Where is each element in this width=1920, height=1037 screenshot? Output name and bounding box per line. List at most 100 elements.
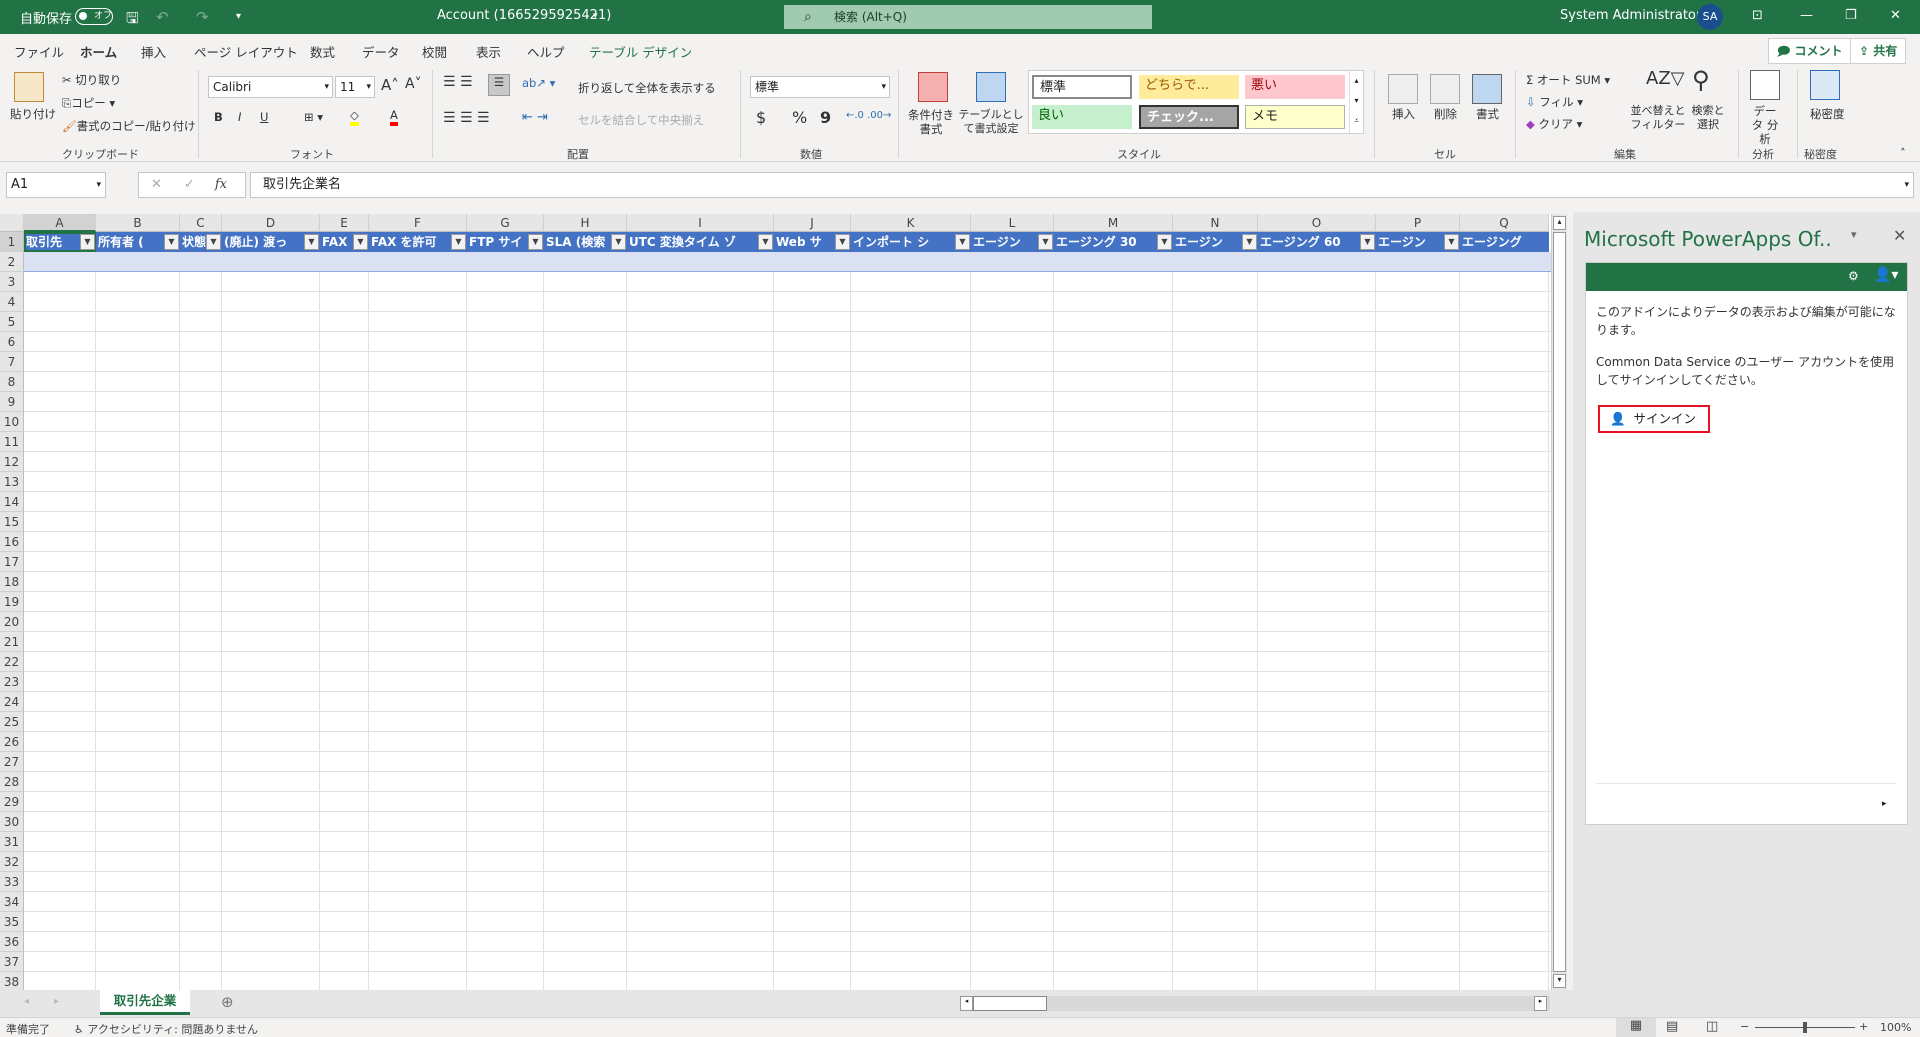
table-header-cell[interactable]: (廃止) 渡っ ▼ — [222, 232, 320, 252]
fill-button[interactable]: ⇩ フィル ▾ — [1526, 94, 1583, 110]
user-menu-icon[interactable]: 👤▾ — [1874, 267, 1898, 283]
filter-dropdown-icon[interactable]: ▼ — [80, 234, 95, 250]
row-header[interactable]: 37 — [0, 952, 24, 972]
row-header[interactable]: 25 — [0, 712, 24, 732]
scroll-up-icon[interactable]: ▴ — [1553, 216, 1566, 230]
row-header[interactable]: 12 — [0, 452, 24, 472]
filter-dropdown-icon[interactable]: ▼ — [451, 234, 466, 250]
row-header[interactable]: 4 — [0, 292, 24, 312]
expand-icon[interactable]: ▸ — [1882, 799, 1887, 809]
gear-icon[interactable]: ⚙ — [1848, 269, 1859, 283]
font-name-select[interactable]: Calibri ▾ — [208, 76, 333, 98]
share-button[interactable]: ⇪ 共有 — [1850, 38, 1907, 64]
chevron-down-icon[interactable]: ▾ — [593, 11, 598, 21]
accessibility-status[interactable]: ♿ アクセシビリティ: 問題ありません — [74, 1021, 258, 1037]
delete-cells-button[interactable]: 削除 — [1434, 106, 1457, 122]
insert-cells-icon[interactable] — [1388, 74, 1418, 104]
tab-table-design[interactable]: テーブル デザイン — [589, 42, 692, 61]
row-header[interactable]: 13 — [0, 472, 24, 492]
vertical-scrollbar[interactable]: ▴ ▾ — [1551, 214, 1567, 990]
row-header[interactable]: 22 — [0, 652, 24, 672]
column-header-M[interactable]: M — [1054, 214, 1173, 232]
align-left-center-right-icons[interactable]: ☰ ☰ ☰ — [443, 110, 490, 126]
style-bad[interactable]: 悪い — [1245, 75, 1345, 99]
font-size-select[interactable]: 11 ▾ — [335, 76, 375, 98]
column-header-A[interactable]: A — [24, 214, 96, 232]
row-header[interactable]: 14 — [0, 492, 24, 512]
row-header[interactable]: 18 — [0, 572, 24, 592]
search-box[interactable]: ⌕ 検索 (Alt+Q) — [784, 5, 1152, 29]
select-all[interactable] — [0, 214, 24, 232]
collapse-ribbon-icon[interactable]: ˄ — [1900, 146, 1906, 160]
align-bottom-icon[interactable]: ☰ — [488, 74, 510, 96]
scroll-down-icon[interactable]: ▾ — [1553, 974, 1566, 988]
number-format-select[interactable]: 標準 ▾ — [750, 76, 890, 98]
format-cells-button[interactable]: 書式 — [1476, 106, 1499, 122]
table-header-cell[interactable]: FAX を許可 ▼ — [369, 232, 467, 252]
horizontal-scrollbar[interactable]: ◂ ▸ — [960, 996, 1550, 1011]
table-header-cell[interactable]: Web サ ▼ — [774, 232, 851, 252]
column-header-Q[interactable]: Q — [1460, 214, 1549, 232]
column-header-N[interactable]: N — [1173, 214, 1258, 232]
column-header-G[interactable]: G — [467, 214, 544, 232]
table-header-cell[interactable]: エージン ▼ — [1376, 232, 1460, 252]
table-row[interactable] — [24, 252, 1551, 272]
tab-formulas[interactable]: 数式 — [310, 42, 335, 61]
minimize-icon[interactable]: — — [1800, 8, 1813, 23]
tab-data[interactable]: データ — [362, 42, 400, 61]
page-layout-view-icon[interactable]: ▤ — [1666, 1019, 1678, 1034]
zoom-slider-thumb[interactable] — [1803, 1022, 1807, 1033]
row-header[interactable]: 31 — [0, 832, 24, 852]
column-header-H[interactable]: H — [544, 214, 627, 232]
filter-dropdown-icon[interactable]: ▼ — [758, 234, 773, 250]
row-header[interactable]: 30 — [0, 812, 24, 832]
table-header-cell[interactable]: エージン ▼ — [971, 232, 1054, 252]
column-header-D[interactable]: D — [222, 214, 320, 232]
sensitivity-button[interactable]: 秘密度 — [1810, 106, 1845, 122]
table-header-cell[interactable]: FAX ▼ — [320, 232, 369, 252]
row-header[interactable]: 33 — [0, 872, 24, 892]
zoom-slider[interactable] — [1755, 1022, 1855, 1033]
table-header-cell[interactable]: エージング 60 ▼ — [1258, 232, 1376, 252]
style-note[interactable]: メモ — [1245, 105, 1345, 129]
restore-icon[interactable]: ❐ — [1845, 8, 1857, 23]
row-header[interactable]: 8 — [0, 372, 24, 392]
filter-dropdown-icon[interactable]: ▼ — [955, 234, 970, 250]
horizontal-scroll-thumb[interactable] — [973, 996, 1047, 1011]
cancel-icon[interactable]: ✕ — [151, 177, 162, 192]
scroll-right-icon[interactable]: ▸ — [1534, 996, 1547, 1011]
row-header[interactable]: 9 — [0, 392, 24, 412]
prev-sheet-icon[interactable]: ◂ — [24, 996, 29, 1007]
row-header[interactable]: 1 — [0, 232, 24, 252]
sheet-tab[interactable]: 取引先企業 — [100, 990, 190, 1015]
table-header-cell[interactable]: UTC 変換タイム ゾ ▼ — [627, 232, 774, 252]
ribbon-display-icon[interactable]: ⊡ — [1752, 8, 1763, 23]
comment-button[interactable]: 🗩 コメント — [1768, 38, 1852, 64]
row-header[interactable]: 20 — [0, 612, 24, 632]
conditional-format-icon[interactable] — [918, 72, 948, 102]
paste-icon[interactable] — [14, 72, 44, 102]
filter-dropdown-icon[interactable]: ▼ — [353, 234, 368, 250]
tab-insert[interactable]: 挿入 — [141, 42, 166, 61]
delete-cells-icon[interactable] — [1430, 74, 1460, 104]
merge-center-button[interactable]: セルを結合して中央揃え — [578, 112, 704, 128]
filter-dropdown-icon[interactable]: ▼ — [1360, 234, 1375, 250]
save-icon[interactable]: 🖫 — [126, 8, 139, 33]
column-header-L[interactable]: L — [971, 214, 1054, 232]
analyze-data-button[interactable]: データ 分析 — [1748, 104, 1782, 146]
filter-dropdown-icon[interactable]: ▼ — [304, 234, 319, 250]
zoom-in-icon[interactable]: + — [1859, 1020, 1868, 1033]
clear-button[interactable]: ◆ クリア ▾ — [1526, 116, 1582, 132]
underline-button[interactable]: U — [260, 110, 268, 124]
row-header[interactable]: 19 — [0, 592, 24, 612]
filter-dropdown-icon[interactable]: ▼ — [1242, 234, 1257, 250]
italic-button[interactable]: I — [238, 110, 241, 124]
align-top-icon[interactable]: ☰ ☰ — [443, 74, 473, 90]
find-select-button[interactable]: 検索と 選択 — [1688, 104, 1728, 132]
column-header-C[interactable]: C — [180, 214, 222, 232]
spreadsheet-grid[interactable]: A 取引先 ▼ B 所有者 (▼ C 状態 ▼ D (廃止) 渡っ ▼ E FAX ▼ F FAX を許可 ▼ G… — [0, 214, 1551, 990]
autosum-button[interactable]: Σ オート SUM ▾ — [1526, 72, 1610, 88]
tab-file[interactable]: ファイル — [14, 42, 64, 61]
insert-function-button[interactable]: fx — [215, 177, 227, 192]
row-header[interactable]: 11 — [0, 432, 24, 452]
